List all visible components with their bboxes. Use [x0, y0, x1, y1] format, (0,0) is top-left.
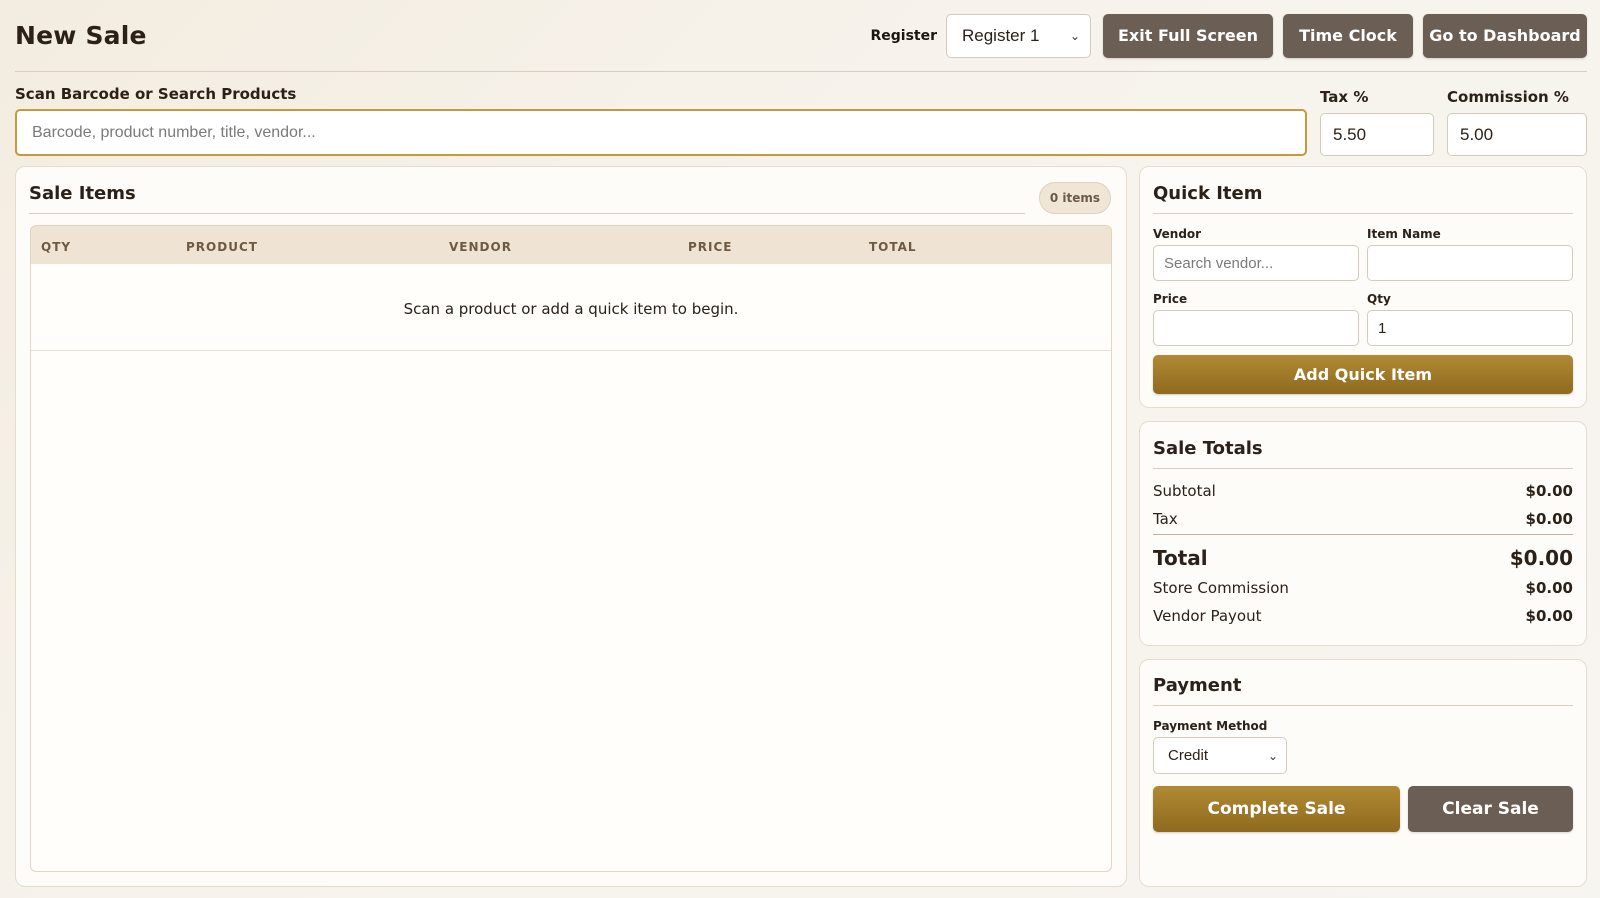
payment-method-select[interactable]: Credit ⌄	[1153, 737, 1287, 774]
divider	[29, 213, 1025, 214]
price-label: Price	[1153, 292, 1188, 306]
price-input[interactable]	[1153, 310, 1359, 346]
tax-input[interactable]: 5.50	[1320, 113, 1434, 156]
column-header-qty: QTY	[41, 240, 72, 254]
tax-total-label: Tax	[1153, 510, 1178, 528]
subtotal-value: $0.00	[1525, 482, 1573, 500]
page-title: New Sale	[15, 21, 147, 50]
search-label: Scan Barcode or Search Products	[15, 85, 297, 103]
column-header-total: TOTAL	[869, 240, 917, 254]
exit-fullscreen-button[interactable]: Exit Full Screen	[1103, 13, 1273, 58]
tax-row: Tax $0.00	[1153, 510, 1573, 528]
total-row: Total $0.00	[1153, 546, 1573, 570]
payment-method-value: Credit	[1168, 747, 1209, 764]
sale-items-table-header: QTY PRODUCT VENDOR PRICE TOTAL	[30, 225, 1112, 265]
register-label: Register	[870, 27, 937, 44]
item-count-badge: 0 items	[1039, 182, 1111, 214]
subtotal-label: Subtotal	[1153, 482, 1216, 500]
search-input[interactable]: Barcode, product number, title, vendor..…	[15, 109, 1307, 156]
divider	[1153, 705, 1573, 706]
dashboard-button[interactable]: Go to Dashboard	[1423, 13, 1587, 58]
store-commission-label: Store Commission	[1153, 579, 1289, 597]
clear-sale-button[interactable]: Clear Sale	[1408, 786, 1573, 832]
qty-input[interactable]: 1	[1367, 310, 1573, 346]
qty-label: Qty	[1367, 292, 1391, 306]
time-clock-button[interactable]: Time Clock	[1283, 13, 1413, 58]
vendor-search-input[interactable]: Search vendor...	[1153, 245, 1359, 281]
add-quick-item-button[interactable]: Add Quick Item	[1153, 355, 1573, 394]
total-value: $0.00	[1509, 546, 1573, 570]
divider	[1153, 468, 1573, 469]
item-name-input[interactable]	[1367, 245, 1573, 281]
commission-input[interactable]: 5.00	[1447, 113, 1587, 156]
complete-sale-button[interactable]: Complete Sale	[1153, 786, 1400, 832]
column-header-vendor: VENDOR	[449, 240, 512, 254]
total-label: Total	[1153, 546, 1208, 570]
register-select-value: Register 1	[962, 25, 1040, 45]
chevron-down-icon: ⌄	[1069, 28, 1080, 43]
vendor-payout-row: Vendor Payout $0.00	[1153, 607, 1573, 625]
commission-label: Commission %	[1447, 88, 1569, 106]
payment-method-label: Payment Method	[1153, 719, 1268, 733]
quick-item-title: Quick Item	[1153, 183, 1263, 204]
sale-totals-title: Sale Totals	[1153, 438, 1263, 459]
vendor-payout-label: Vendor Payout	[1153, 607, 1262, 625]
chevron-down-icon: ⌄	[1267, 748, 1278, 763]
tax-total-value: $0.00	[1525, 510, 1573, 528]
vendor-label: Vendor	[1153, 227, 1202, 241]
sale-items-title: Sale Items	[29, 183, 136, 204]
header-actions: Register Register 1 ⌄ Exit Full Screen T…	[870, 13, 1587, 58]
store-commission-value: $0.00	[1525, 579, 1573, 597]
column-header-product: PRODUCT	[186, 240, 258, 254]
divider	[1153, 534, 1573, 535]
header-bar: New Sale Register Register 1 ⌄ Exit Full…	[15, 0, 1587, 72]
divider	[31, 350, 1111, 351]
sale-items-table-body: Scan a product or add a quick item to be…	[30, 264, 1112, 872]
item-name-label: Item Name	[1367, 227, 1441, 241]
column-header-price: PRICE	[688, 240, 733, 254]
empty-message: Scan a product or add a quick item to be…	[403, 300, 739, 318]
payment-title: Payment	[1153, 675, 1242, 696]
tax-label: Tax %	[1320, 88, 1369, 106]
store-commission-row: Store Commission $0.00	[1153, 579, 1573, 597]
vendor-payout-value: $0.00	[1525, 607, 1573, 625]
divider	[1153, 213, 1573, 214]
subtotal-row: Subtotal $0.00	[1153, 482, 1573, 500]
register-select[interactable]: Register 1 ⌄	[946, 13, 1091, 58]
